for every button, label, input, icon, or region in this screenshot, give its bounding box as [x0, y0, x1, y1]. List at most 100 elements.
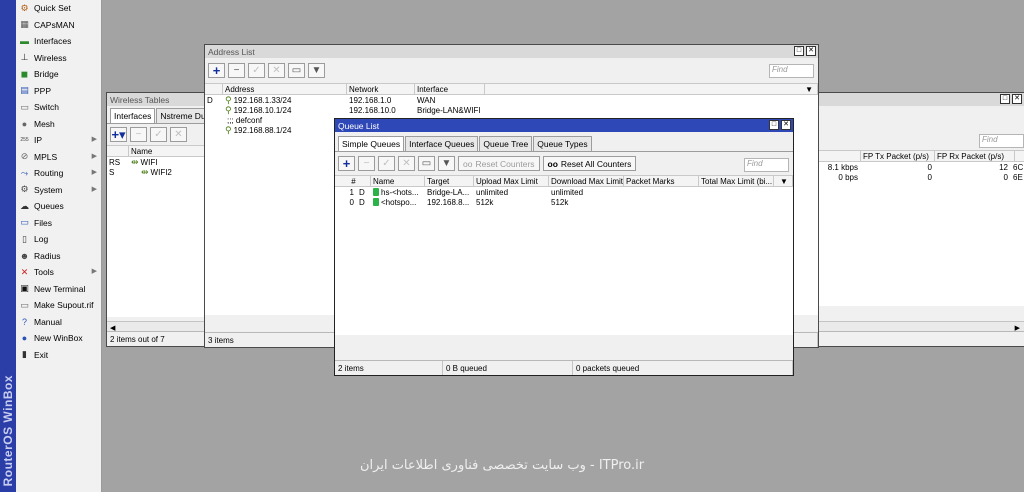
horizontal-scrollbar[interactable]: ▶ [819, 321, 1024, 332]
menu-item-log[interactable]: ▯ Log [16, 231, 101, 248]
row-upload: unlimited [476, 187, 509, 197]
tab-interface-queues[interactable]: Interface Queues [405, 136, 479, 151]
menu-item-label: Files [34, 217, 52, 228]
menu-item-exit[interactable]: ▮ Exit [16, 347, 101, 364]
row-address: 192.168.88.1/24 [233, 125, 292, 135]
enable-button[interactable]: ✓ [150, 127, 167, 142]
col-total-max[interactable]: Total Max Limit (bi... [699, 176, 774, 186]
find-input[interactable]: Find [769, 64, 814, 78]
remove-button[interactable]: − [130, 127, 147, 142]
reset-all-counters-button[interactable]: oo Reset All Counters [542, 156, 637, 171]
col-interface[interactable]: Interface [415, 84, 485, 94]
row-download: 512k [551, 197, 569, 207]
table-row[interactable]: 0 bps 0 0 6E [819, 172, 1024, 182]
menu-item-wireless[interactable]: ⊥ Wireless [16, 50, 101, 67]
row-fp-tx: 0 [927, 162, 932, 172]
menu-item-ip[interactable]: 255 IP ▶ [16, 132, 101, 149]
add-button[interactable]: +▾ [110, 127, 127, 142]
tab-simple-queues[interactable]: Simple Queues [338, 136, 405, 151]
find-input[interactable]: Find [744, 158, 789, 172]
reset-counters-button[interactable]: oo Reset Counters [458, 156, 540, 171]
menu-item-ppp[interactable]: ▤ PPP [16, 83, 101, 100]
tab-queue-types[interactable]: Queue Types [533, 136, 592, 151]
column-menu-icon[interactable]: ▼ [485, 84, 818, 94]
enable-button[interactable]: ✓ [248, 63, 265, 78]
address-title-bar[interactable]: Address List □ ✕ [205, 45, 818, 58]
menu-item-mpls[interactable]: ⊘ MPLS ▶ [16, 149, 101, 166]
menu-item-label: PPP [34, 85, 52, 96]
menu-item-new-winbox[interactable]: ● New WinBox [16, 330, 101, 347]
menu-item-manual[interactable]: ? Manual [16, 314, 101, 331]
menu-item-interfaces[interactable]: ▬ Interfaces [16, 33, 101, 50]
menu-item-radius[interactable]: ☻ Radius [16, 248, 101, 265]
col-download-max[interactable]: Download Max Limit [549, 176, 624, 186]
col-packet-marks[interactable]: Packet Marks [624, 176, 699, 186]
col-rate[interactable] [819, 151, 861, 161]
menu-item-bridge[interactable]: ◼ Bridge [16, 66, 101, 83]
disable-button[interactable]: ✕ [170, 127, 187, 142]
menu-item-files[interactable]: ▭ Files [16, 215, 101, 232]
tab-interfaces[interactable]: Interfaces [110, 108, 156, 123]
row-flag: S [109, 167, 115, 177]
col-name[interactable]: Name [371, 176, 425, 186]
col-name[interactable]: Name [129, 146, 209, 156]
row-download: unlimited [551, 187, 584, 197]
stats-title-bar[interactable]: □ ✕ [819, 93, 1024, 106]
maximize-button[interactable]: □ [1000, 94, 1010, 104]
counter-icon: oo [463, 158, 473, 169]
column-menu-icon[interactable]: ▼ [774, 176, 793, 186]
disable-button[interactable]: ✕ [268, 63, 285, 78]
remove-button[interactable]: − [358, 156, 375, 171]
filter-icon[interactable]: ▼ [308, 63, 325, 78]
find-input[interactable]: Find [979, 134, 1024, 148]
filter-icon[interactable]: ▼ [438, 156, 455, 171]
queue-table-header: # Name Target Upload Max Limit Download … [335, 175, 793, 187]
table-row[interactable]: 0 D <hotspo... 192.168.8... 512k 512k [335, 197, 793, 207]
add-button[interactable]: + [208, 63, 225, 78]
tab-queue-tree[interactable]: Queue Tree [479, 136, 533, 151]
menu-item-label: Routing [34, 168, 64, 179]
menu-item-queues[interactable]: ☁ Queues [16, 198, 101, 215]
menu-item-switch[interactable]: ▭ Switch [16, 99, 101, 116]
menu-item-tools[interactable]: ✕ Tools ▶ [16, 264, 101, 281]
table-row[interactable]: 1 Dhs-<hots... Bridge-LA... unlimited unlimi… [335, 187, 793, 197]
col-fp-rx[interactable]: FP Rx Packet (p/s) [935, 151, 1015, 161]
col-upload-max[interactable]: Upload Max Limit [474, 176, 549, 186]
menu-item-system[interactable]: ⚙ System ▶ [16, 182, 101, 199]
address-icon: ⚲ [225, 105, 232, 115]
table-row[interactable]: D ⚲ 192.168.1.33/24 192.168.1.0 WAN [205, 95, 818, 105]
col-network[interactable]: Network [347, 84, 415, 94]
row-network: 192.168.1.0 [349, 95, 392, 105]
table-row[interactable]: 8.1 kbps 0 12 6C [819, 162, 1024, 172]
close-button[interactable]: ✕ [806, 46, 816, 56]
menu-item-mesh[interactable]: ● Mesh [16, 116, 101, 133]
col-fp-tx[interactable]: FP Tx Packet (p/s) [861, 151, 935, 161]
maximize-button[interactable]: □ [794, 46, 804, 56]
interface-stats-window: □ ✕ Find FP Tx Packet (p/s) FP Rx Packet… [818, 92, 1024, 347]
col-address[interactable]: Address [223, 84, 347, 94]
menu-item-label: MPLS [34, 151, 58, 162]
close-button[interactable]: ✕ [781, 120, 791, 130]
close-button[interactable]: ✕ [1012, 94, 1022, 104]
maximize-button[interactable]: □ [769, 120, 779, 130]
menu-item-new-terminal[interactable]: ▣ New Terminal [16, 281, 101, 298]
menu-item-quick-set[interactable]: ⚙ Quick Set [16, 0, 101, 17]
table-row[interactable]: ⚲ 192.168.10.1/24 192.168.10.0 Bridge-LAN&W… [205, 105, 818, 115]
enable-button[interactable]: ✓ [378, 156, 395, 171]
disable-button[interactable]: ✕ [398, 156, 415, 171]
comment-button[interactable]: ▭ [288, 63, 305, 78]
menu-item-routing[interactable]: ⤳ Routing ▶ [16, 165, 101, 182]
bridge-icon: ◼ [20, 68, 29, 79]
remove-button[interactable]: − [228, 63, 245, 78]
menu-item-capsman[interactable]: ▦ CAPsMAN [16, 17, 101, 34]
col-flags[interactable] [205, 84, 223, 94]
wifi-icon: ⇹ [141, 167, 149, 177]
comment-button[interactable]: ▭ [418, 156, 435, 171]
col-flags[interactable] [107, 146, 129, 156]
submenu-arrow-icon: ▶ [91, 268, 97, 275]
menu-item-make-supout-rif[interactable]: ▭ Make Supout.rif [16, 297, 101, 314]
queue-title-bar[interactable]: Queue List □ ✕ [335, 119, 793, 132]
col-target[interactable]: Target [425, 176, 474, 186]
col-number[interactable]: # [335, 176, 371, 186]
add-button[interactable]: + [338, 156, 355, 171]
